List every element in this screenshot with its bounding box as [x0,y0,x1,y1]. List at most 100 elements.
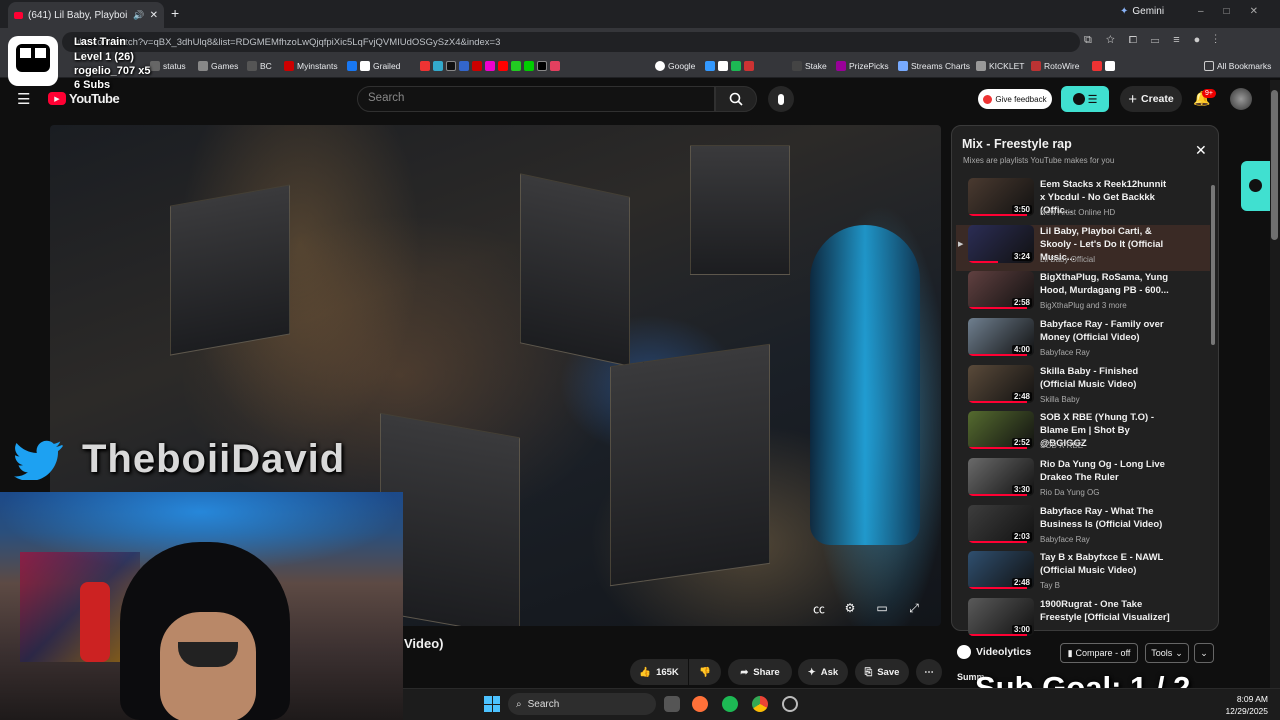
bookmark-icons-row[interactable] [420,61,560,71]
spotify-icon[interactable] [722,696,738,712]
playlist-item-channel: Tay B [1040,581,1061,590]
playlist-item-channel: BigXthaPlug and 3 more [1040,301,1127,310]
watch-progress [968,401,1028,403]
playlist-item[interactable]: ▶ 3:24 Lil Baby, Playboi Carti, & Skooly -… [956,225,1210,271]
video-thumbnail[interactable]: 2:48 [968,551,1034,589]
bookmark-icon [792,61,802,71]
duration-badge: 2:58 [1011,298,1032,307]
bookmark-games[interactable]: Games [198,61,238,71]
ask-button[interactable]: ✦ Ask [798,659,848,685]
save-button[interactable]: ⎘ Save [855,659,909,685]
train-title: Last Train [74,36,126,48]
video-thumbnail[interactable]: 2:52 [968,411,1034,449]
bookmark-bc[interactable]: BC [247,61,272,71]
all-bookmarks[interactable]: All Bookmarks [1204,61,1271,71]
app-icon[interactable] [782,696,798,712]
playlist-item[interactable]: 2:52 SOB X RBE (Yhung T.O) - Blame Em | S… [956,411,1210,457]
bookmark-grailed[interactable]: Grailed [347,61,400,71]
more-actions-button[interactable]: ⋯ [916,659,942,685]
thumbs-up-icon: 👍 [639,666,652,678]
playlist-item[interactable]: 2:48 Tay B x Babyfxce E - NAWL (Official … [956,551,1210,597]
watch-progress [968,587,1028,589]
duration-badge: 2:48 [1011,392,1032,401]
videolytics-logo[interactable]: Videolytics [957,645,1031,659]
bookmark-status[interactable]: status [150,61,186,71]
toolbar-icons[interactable]: ⧉☆⧠▭≡●⋮ [1084,34,1231,47]
speaker-icon[interactable]: 🔊 [133,10,144,21]
folder-icon [1204,61,1214,71]
chrome-icon[interactable] [752,696,768,712]
fullscreen-icon[interactable]: ⤢ [903,600,925,616]
bookmark-streams-charts[interactable]: Streams Charts [898,61,970,71]
video-thumbnail[interactable]: 3:30 [968,458,1034,496]
video-thumbnail[interactable]: 2:03 [968,505,1034,543]
firefox-icon[interactable] [692,696,708,712]
compare-button[interactable]: ▮ Compare - off [1060,643,1138,663]
bookmark-icon [976,61,986,71]
task-view-icon[interactable] [664,696,680,712]
gemini-icon: ✦ [1120,6,1129,17]
playlist-item-title: 1900Rugrat - One Take Freestyle [Officia… [1040,599,1170,623]
share-button[interactable]: ➦ Share [728,659,792,685]
bookmark-prizepicks[interactable]: PrizePicks [836,61,889,71]
search-input[interactable]: Search [357,86,715,112]
watch-progress [968,307,1028,309]
playlist-item[interactable]: 4:00 Babyface Ray - Family over Money (Of… [956,318,1210,364]
miniplayer-icon[interactable]: ▭ [871,600,893,616]
playlist-scrollbar[interactable] [1211,185,1215,345]
avatar[interactable] [1230,88,1252,110]
window-controls[interactable]: –□✕ [1198,6,1278,17]
extension-button[interactable]: ☰ [1061,86,1109,112]
playlist-item[interactable]: 2:48 Skilla Baby - Finished (Official Mus… [956,365,1210,411]
playlist-item-title: Rio Da Yung Og - Long Live Drakeo The Ru… [1040,459,1165,483]
search-button[interactable] [715,86,757,112]
playlist-item-channel: SOB X RBE [1040,441,1084,450]
give-feedback-button[interactable]: Give feedback [978,89,1052,109]
new-tab-button[interactable]: + [171,5,179,21]
close-icon[interactable]: ✕ [1195,142,1207,159]
facebook-icon [347,61,357,71]
dislike-button[interactable]: 👎 [689,659,721,685]
taskbar-search[interactable]: ⌕ Search [508,693,656,715]
playlist-item[interactable]: 3:30 Rio Da Yung Og - Long Live Drakeo Th… [956,458,1210,504]
create-button[interactable]: + Create [1120,86,1182,112]
playlist-item[interactable]: 2:03 Babyface Ray - What The Business Is … [956,505,1210,551]
video-thumbnail[interactable]: 2:48 [968,365,1034,403]
playlist-title: Mix - Freestyle rap [962,137,1072,151]
system-clock[interactable]: 8:09 AM 12/29/2025 [1210,693,1268,717]
browser-tab[interactable]: (641) Lil Baby, Playboi Carti 🔊 ✕ [8,2,164,28]
bookmark-icon [360,61,370,71]
tab-close-icon[interactable]: ✕ [150,10,158,21]
bookmark-stake[interactable]: Stake [792,61,827,71]
tools-dropdown[interactable]: Tools ⌄ [1145,643,1189,663]
bookmark-rotowire[interactable]: RotoWire [1031,61,1079,71]
url-field[interactable]: ube.com/watch?v=qBX_3dhUlq8&list=RDGMEMf… [62,32,1080,52]
chevron-down-icon: ⌄ [1200,647,1208,658]
video-thumbnail[interactable]: 3:50 [968,178,1034,216]
voice-search-button[interactable] [768,86,794,112]
bookmark-icon: ⎘ [864,666,873,678]
expand-button[interactable]: ⌄ [1194,643,1214,663]
like-button[interactable]: 👍 165K [630,659,688,685]
video-thumbnail[interactable]: 3:00 [968,598,1034,636]
duration-badge: 3:24 [1011,252,1032,261]
captions-icon[interactable]: ㏄ [808,600,830,616]
page-scrollbar-thumb[interactable] [1271,90,1278,240]
playlist-item[interactable]: 3:50 Eem Stacks x Reek12hunnit x Ybcdul -… [956,178,1210,224]
video-thumbnail[interactable]: 4:00 [968,318,1034,356]
extension-side-tab[interactable] [1241,161,1270,211]
bookmark-extra[interactable] [1092,61,1115,71]
menu-icon[interactable]: ☰ [17,90,30,108]
video-thumbnail[interactable]: 3:24 [968,225,1034,263]
bookmark-icons-row-2[interactable] [705,61,754,71]
settings-gear-icon[interactable]: ⚙ [839,600,861,616]
bookmark-kicklet[interactable]: KICKLET [976,61,1024,71]
playlist-item[interactable]: 2:58 BigXthaPlug, RoSama, Yung Hood, Murd… [956,271,1210,317]
youtube-logo[interactable]: ▶ YouTube [48,91,120,106]
bookmark-myinstants[interactable]: Myinstants [284,61,338,71]
bookmark-google[interactable]: Google [655,61,695,71]
windows-start-icon[interactable] [484,696,500,712]
duration-badge: 2:03 [1011,532,1032,541]
video-thumbnail[interactable]: 2:58 [968,271,1034,309]
gemini-button[interactable]: ✦ Gemini [1120,6,1164,17]
